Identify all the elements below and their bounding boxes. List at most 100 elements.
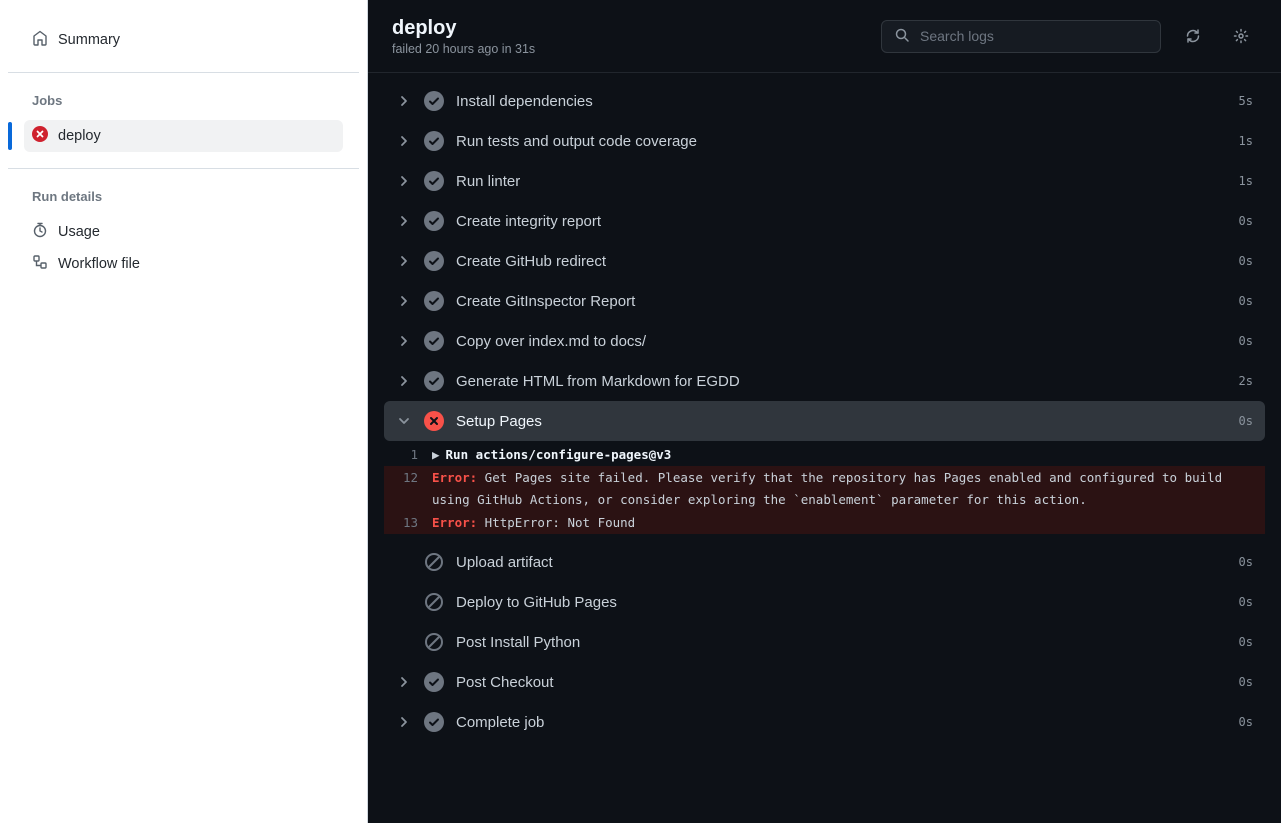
log-line: 12Error: Get Pages site failed. Please v… — [384, 466, 1265, 511]
sidebar-summary-label: Summary — [58, 32, 120, 48]
log-output: 1▶Run actions/configure-pages@v312Error:… — [384, 443, 1265, 534]
settings-button[interactable] — [1225, 20, 1257, 52]
step-row[interactable]: Create GitInspector Report 0s — [384, 281, 1265, 321]
step-duration: 5s — [1239, 94, 1253, 108]
step-row[interactable]: Complete job 0s — [384, 702, 1265, 742]
chevron-right-icon — [396, 95, 412, 107]
check-circle-fill-icon — [424, 371, 444, 391]
step-row[interactable]: Create GitHub redirect 0s — [384, 241, 1265, 281]
step-duration: 0s — [1239, 715, 1253, 729]
step-label: Complete job — [456, 714, 1227, 731]
step-label: Run tests and output code coverage — [456, 133, 1227, 150]
sidebar-jobs-heading: Jobs — [24, 89, 343, 120]
rerun-button[interactable] — [1177, 20, 1209, 52]
sidebar-summary[interactable]: Summary — [24, 24, 343, 56]
check-circle-fill-icon — [424, 171, 444, 191]
step-row[interactable]: Create integrity report 0s — [384, 201, 1265, 241]
log-line-number: 12 — [384, 467, 432, 510]
log-line-number: 13 — [384, 512, 432, 533]
step-duration: 0s — [1239, 334, 1253, 348]
step-row[interactable]: Setup Pages 0s — [384, 401, 1265, 441]
steps-list: Install dependencies 5s Run tests and outp… — [368, 73, 1281, 823]
chevron-right-icon — [396, 375, 412, 387]
chevron-right-icon — [396, 215, 412, 227]
chevron-right-icon — [396, 135, 412, 147]
step-duration: 0s — [1239, 414, 1253, 428]
skip-icon — [424, 552, 444, 572]
chevron-right-icon — [396, 335, 412, 347]
step-duration: 0s — [1239, 214, 1253, 228]
step-row[interactable]: Upload artifact 0s — [384, 542, 1265, 582]
check-circle-fill-icon — [424, 291, 444, 311]
check-circle-fill-icon — [424, 91, 444, 111]
step-label: Post Checkout — [456, 674, 1227, 691]
sidebar: Summary Jobs deploy Run details Usage Wo… — [0, 0, 368, 823]
check-circle-fill-icon — [424, 331, 444, 351]
step-duration: 0s — [1239, 635, 1253, 649]
step-duration: 0s — [1239, 294, 1253, 308]
step-duration: 0s — [1239, 254, 1253, 268]
sidebar-detail-workflow-file[interactable]: Workflow file — [24, 248, 343, 280]
step-label: Create GitInspector Report — [456, 293, 1227, 310]
check-circle-fill-icon — [424, 672, 444, 692]
step-duration: 0s — [1239, 675, 1253, 689]
chevron-right-icon — [396, 255, 412, 267]
step-row[interactable]: Run linter 1s — [384, 161, 1265, 201]
triangle-right-icon: ▶ — [432, 444, 440, 465]
chevron-down-icon — [396, 415, 412, 427]
search-input[interactable] — [920, 28, 1148, 44]
job-header: deploy failed 20 hours ago in 31s — [368, 0, 1281, 73]
step-label: Create integrity report — [456, 213, 1227, 230]
sidebar-job-deploy[interactable]: deploy — [24, 120, 343, 152]
log-line: 13Error: HttpError: Not Found — [384, 511, 1265, 534]
step-duration: 2s — [1239, 374, 1253, 388]
step-row[interactable]: Post Checkout 0s — [384, 662, 1265, 702]
step-label: Create GitHub redirect — [456, 253, 1227, 270]
sidebar-job-label: deploy — [58, 128, 101, 144]
step-row[interactable]: Generate HTML from Markdown for EGDD 2s — [384, 361, 1265, 401]
step-label: Run linter — [456, 173, 1227, 190]
log-line: 1▶Run actions/configure-pages@v3 — [384, 443, 1265, 466]
x-circle-fill-icon — [32, 126, 48, 146]
sidebar-detail-label: Workflow file — [58, 256, 140, 272]
step-label: Deploy to GitHub Pages — [456, 594, 1227, 611]
step-duration: 1s — [1239, 174, 1253, 188]
search-icon — [894, 27, 910, 46]
chevron-right-icon — [396, 716, 412, 728]
step-row[interactable]: Deploy to GitHub Pages 0s — [384, 582, 1265, 622]
step-row[interactable]: Run tests and output code coverage 1s — [384, 121, 1265, 161]
log-line-text: Error: HttpError: Not Found — [432, 512, 1253, 533]
step-label: Install dependencies — [456, 93, 1227, 110]
check-circle-fill-icon — [424, 211, 444, 231]
chevron-right-icon — [396, 676, 412, 688]
step-row[interactable]: Copy over index.md to docs/0s — [384, 321, 1265, 361]
step-duration: 0s — [1239, 555, 1253, 569]
step-label: Copy over index.md to docs/ — [456, 333, 1227, 350]
sidebar-detail-usage[interactable]: Usage — [24, 216, 343, 248]
log-line-text: ▶Run actions/configure-pages@v3 — [432, 444, 1253, 465]
sidebar-details-heading: Run details — [24, 185, 343, 216]
check-circle-fill-icon — [424, 131, 444, 151]
chevron-right-icon — [396, 175, 412, 187]
step-label: Upload artifact — [456, 554, 1227, 571]
search-logs-field[interactable] — [881, 20, 1161, 53]
skip-icon — [424, 632, 444, 652]
log-line-number: 1 — [384, 444, 432, 465]
check-circle-fill-icon — [424, 251, 444, 271]
home-icon — [32, 30, 48, 50]
skip-icon — [424, 592, 444, 612]
step-label: Generate HTML from Markdown for EGDD — [456, 373, 1227, 390]
chevron-right-icon — [396, 295, 412, 307]
job-subtitle: failed 20 hours ago in 31s — [392, 42, 865, 56]
step-row[interactable]: Install dependencies 5s — [384, 81, 1265, 121]
step-row[interactable]: Post Install Python0s — [384, 622, 1265, 662]
gear-icon — [1233, 28, 1249, 44]
log-line-text: Error: Get Pages site failed. Please ver… — [432, 467, 1253, 510]
step-label: Setup Pages — [456, 413, 1227, 430]
job-title: deploy — [392, 16, 865, 40]
step-duration: 1s — [1239, 134, 1253, 148]
step-duration: 0s — [1239, 595, 1253, 609]
sidebar-detail-label: Usage — [58, 224, 100, 240]
stopwatch-icon — [32, 222, 48, 242]
check-circle-fill-icon — [424, 712, 444, 732]
